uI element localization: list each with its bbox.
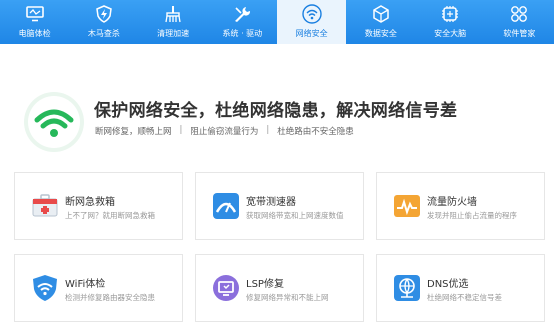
card-description: 上不了网？就用断网急救箱: [65, 211, 155, 220]
card-description: 检测并修复路由器安全隐患: [65, 293, 155, 302]
card-description: 获取网络带宽和上网速度数值: [246, 211, 344, 220]
wifi-icon: [301, 4, 322, 24]
monitor-icon: [25, 4, 45, 24]
hero-subtitle: 断网修复，顺畅上网 | 阻止偷窃流量行为 | 杜绝路由不安全隐患: [95, 125, 354, 137]
card-wifi-checkup[interactable]: WiFi体检 检测并修复路由器安全隐患: [14, 254, 183, 322]
nav-item-label: 系统 · 驱动: [222, 29, 263, 38]
broom-icon: [163, 4, 183, 24]
firewall-icon: [393, 192, 421, 220]
page-title: 保护网络安全，杜绝网络隐患，解决网络信号差: [94, 101, 458, 121]
hero-sub-item: 断网修复，顺畅上网: [95, 127, 172, 137]
card-lsp-repair[interactable]: LSP修复 修复网络异常和不能上网: [195, 254, 364, 322]
wrench-icon: [232, 4, 252, 24]
lsp-repair-icon: [212, 274, 240, 302]
speedometer-icon: [212, 192, 240, 220]
card-title: DNS优选: [427, 279, 469, 290]
apps-icon: [509, 4, 529, 24]
nav-item-cleanup[interactable]: 清理加速: [139, 0, 208, 44]
card-dns-optimize[interactable]: DNS优选 杜绝网络不稳定信号差: [376, 254, 545, 322]
separator: |: [179, 125, 183, 135]
top-nav: 电脑体检 木马查杀 清理加速 系统 · 驱动 网络安全 数据安全 安全大脑 软件…: [0, 0, 554, 44]
nav-item-pc-checkup[interactable]: 电脑体检: [0, 0, 69, 44]
card-title: LSP修复: [246, 279, 284, 290]
card-speed-test[interactable]: 宽带测速器 获取网络带宽和上网速度数值: [195, 172, 364, 240]
nav-item-label: 电脑体检: [18, 29, 51, 38]
card-title: 断网急救箱: [65, 197, 115, 208]
wifi-badge-icon: [22, 90, 86, 154]
card-title: WiFi体检: [65, 279, 106, 290]
first-aid-kit-icon: [31, 192, 59, 220]
nav-item-label: 木马查杀: [87, 29, 120, 38]
card-description: 发现并阻止偷占流量的程序: [427, 211, 517, 220]
card-traffic-firewall[interactable]: 流量防火墙 发现并阻止偷占流量的程序: [376, 172, 545, 240]
nav-item-label: 软件管家: [503, 29, 536, 38]
nav-item-network-security[interactable]: 网络安全: [277, 0, 347, 44]
hero-sub-item: 杜绝路由不安全隐患: [277, 127, 354, 137]
nav-item-label: 安全大脑: [434, 29, 467, 38]
hero-section: 保护网络安全，杜绝网络隐患，解决网络信号差 断网修复，顺畅上网 | 阻止偷窃流量…: [0, 44, 554, 164]
card-title: 宽带测速器: [246, 197, 296, 208]
card-network-first-aid[interactable]: 断网急救箱 上不了网？就用断网急救箱: [14, 172, 183, 240]
globe-network-icon: [393, 274, 421, 302]
nav-item-system-driver[interactable]: 系统 · 驱动: [208, 0, 277, 44]
nav-item-security-brain[interactable]: 安全大脑: [416, 0, 485, 44]
nav-item-label: 网络安全: [295, 29, 328, 38]
nav-item-label: 清理加速: [157, 29, 190, 38]
nav-item-label: 数据安全: [364, 29, 397, 38]
lightning-shield-icon: [94, 4, 114, 24]
nav-item-software-manager[interactable]: 软件管家: [485, 0, 554, 44]
card-title: 流量防火墙: [427, 197, 477, 208]
card-description: 修复网络异常和不能上网: [246, 293, 329, 302]
nav-item-data-security[interactable]: 数据安全: [346, 0, 415, 44]
wifi-shield-icon: [31, 274, 59, 302]
brain-icon: [440, 4, 460, 24]
card-description: 杜绝网络不稳定信号差: [427, 293, 502, 302]
separator: |: [266, 125, 270, 135]
hero-sub-item: 阻止偷窃流量行为: [190, 127, 259, 137]
nav-item-trojan-scan[interactable]: 木马查杀: [69, 0, 138, 44]
cube-icon: [371, 4, 391, 24]
